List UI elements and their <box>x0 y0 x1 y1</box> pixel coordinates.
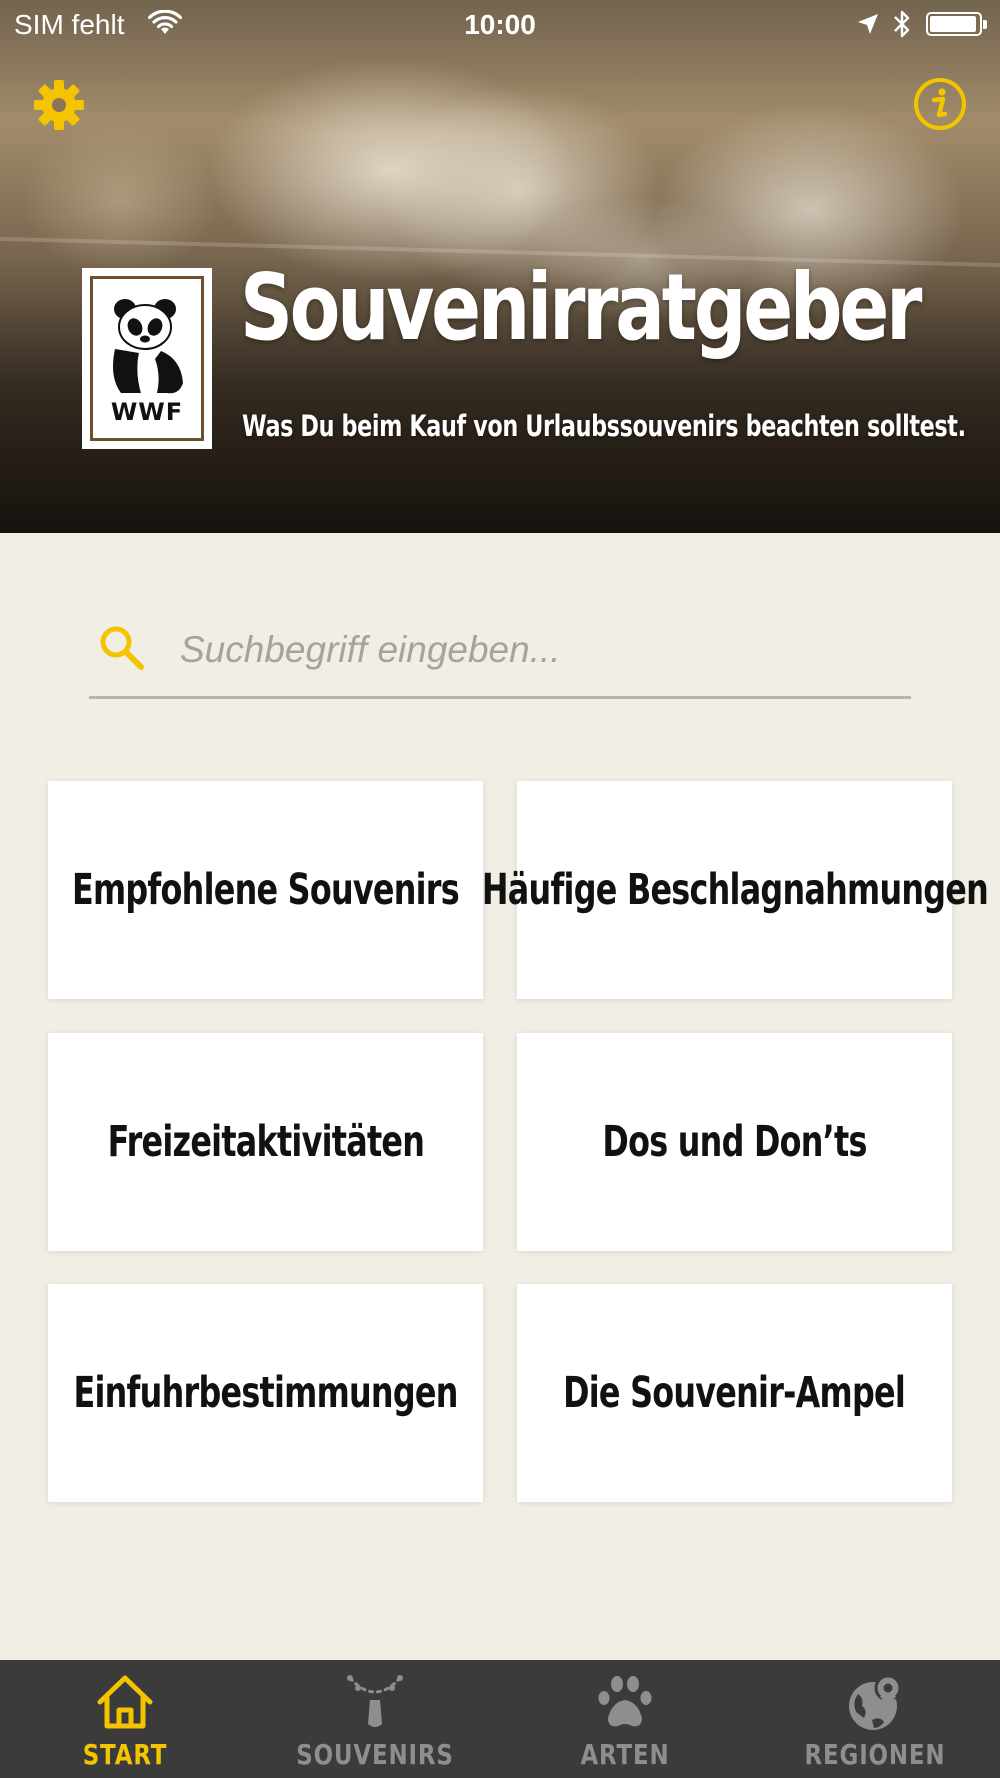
tab-souvenirs[interactable]: SOUVENIRS <box>250 1660 500 1778</box>
tab-label: SOUVENIRS <box>296 1738 454 1771</box>
tab-regionen[interactable]: REGIONEN <box>750 1660 1000 1778</box>
tile-label: Dos und Don’ts <box>602 1117 867 1167</box>
wwf-logo: WWF <box>82 268 212 449</box>
home-icon <box>97 1675 153 1729</box>
globe-pin-icon <box>849 1674 902 1730</box>
bluetooth-icon <box>894 10 910 38</box>
tab-start[interactable]: START <box>0 1660 250 1778</box>
status-bar: SIM fehlt 10:00 <box>0 0 1000 50</box>
tab-label: ARTEN <box>580 1738 670 1771</box>
tile-import-regulations[interactable]: Einfuhrbestimmungen <box>48 1284 483 1502</box>
tab-arten[interactable]: ARTEN <box>500 1660 750 1778</box>
search-underline <box>89 696 911 699</box>
search-icon <box>100 626 144 670</box>
tile-leisure-activities[interactable]: Freizeitaktivitäten <box>48 1033 483 1251</box>
location-arrow-icon <box>858 14 878 34</box>
paw-icon <box>598 1676 652 1727</box>
app-subtitle: Was Du beim Kauf von Urlaubssouvenirs be… <box>242 409 966 443</box>
clock: 10:00 <box>464 9 536 40</box>
panda-icon <box>113 299 183 394</box>
tile-dos-and-donts[interactable]: Dos und Don’ts <box>517 1033 952 1251</box>
search-input[interactable] <box>180 620 900 680</box>
tile-label: Empfohlene Souvenirs <box>72 865 460 915</box>
tab-bar: START SOUVENIRS ARTEN REGIONEN <box>0 1660 1000 1778</box>
info-icon[interactable] <box>912 76 968 132</box>
settings-gear-icon[interactable] <box>32 78 86 132</box>
tab-label: START <box>82 1738 168 1771</box>
necklace-icon <box>347 1675 403 1727</box>
tile-souvenir-traffic-light[interactable]: Die Souvenir-Ampel <box>517 1284 952 1502</box>
tab-label: REGIONEN <box>804 1738 946 1771</box>
tile-common-seizures[interactable]: Häufige Beschlagnahmungen <box>481 781 988 999</box>
tile-label: Die Souvenir-Ampel <box>563 1368 907 1418</box>
tile-label: Freizeitaktivitäten <box>107 1117 424 1167</box>
battery-icon <box>926 12 987 36</box>
tile-label: Einfuhrbestimmungen <box>73 1368 458 1418</box>
hero-banner: SIM fehlt 10:00 WWF Souvenirratgeber Was… <box>0 0 1000 533</box>
app-title: Souvenirratgeber <box>240 254 922 361</box>
wwf-logo-text: WWF <box>110 398 184 426</box>
tile-recommended-souvenirs[interactable]: Empfohlene Souvenirs <box>48 781 483 999</box>
tile-label: Häufige Beschlagnahmungen <box>481 865 988 915</box>
